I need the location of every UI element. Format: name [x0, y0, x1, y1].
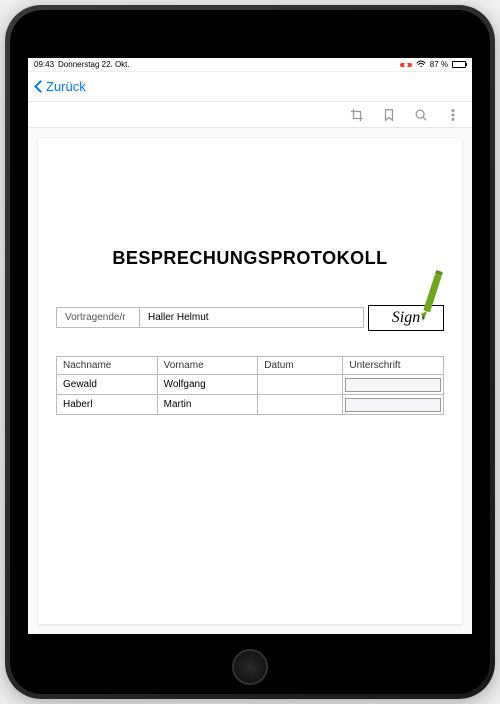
- battery-percentage: 87 %: [430, 60, 448, 69]
- crop-icon[interactable]: [350, 108, 364, 122]
- attendee-table: Nachname Vorname Datum Unterschrift Gewa…: [56, 356, 444, 415]
- bookmark-icon[interactable]: [382, 108, 396, 122]
- signature-field[interactable]: [345, 378, 441, 392]
- toolbar: [28, 102, 472, 128]
- presenter-name: Haller Helmut: [140, 307, 364, 328]
- back-label: Zurück: [46, 79, 86, 94]
- status-date: Donnerstag 22. Okt.: [58, 60, 130, 69]
- home-button[interactable]: [232, 649, 268, 685]
- header-date: Datum: [258, 357, 343, 375]
- presenter-label: Vortragende/r: [56, 307, 140, 328]
- battery-icon: [452, 61, 466, 68]
- more-icon[interactable]: [446, 108, 460, 122]
- chevron-left-icon: [34, 80, 47, 93]
- document-viewport[interactable]: BESPRECHUNGSPROTOKOLL Vortragende/r Hall…: [28, 128, 472, 634]
- cell-firstname: Wolfgang: [157, 375, 258, 395]
- back-button[interactable]: Zurück: [36, 79, 86, 94]
- sign-button[interactable]: Sign: [368, 305, 444, 331]
- status-time: 09:43: [34, 60, 54, 69]
- screen: 09:43 Donnerstag 22. Okt. 87 % Zurück: [28, 58, 472, 634]
- wifi-icon: [416, 60, 426, 70]
- cell-lastname: Gewald: [57, 375, 158, 395]
- cell-signature: [343, 395, 444, 415]
- cell-lastname: Haberl: [57, 395, 158, 415]
- cell-signature: [343, 375, 444, 395]
- signature-field[interactable]: [345, 398, 441, 412]
- document-page: BESPRECHUNGSPROTOKOLL Vortragende/r Hall…: [38, 138, 462, 624]
- cell-date: [258, 395, 343, 415]
- sign-button-label: Sign: [392, 309, 420, 327]
- cell-firstname: Martin: [157, 395, 258, 415]
- tablet-frame: 09:43 Donnerstag 22. Okt. 87 % Zurück: [5, 5, 495, 699]
- presenter-row: Vortragende/r Haller Helmut Sign: [56, 307, 444, 328]
- search-icon[interactable]: [414, 108, 428, 122]
- recording-indicator: [400, 63, 412, 67]
- header-signature: Unterschrift: [343, 357, 444, 375]
- table-row: Haberl Martin: [57, 395, 444, 415]
- header-lastname: Nachname: [57, 357, 158, 375]
- table-row: Gewald Wolfgang: [57, 375, 444, 395]
- table-header-row: Nachname Vorname Datum Unterschrift: [57, 357, 444, 375]
- navigation-bar: Zurück: [28, 72, 472, 102]
- header-firstname: Vorname: [157, 357, 258, 375]
- document-title: BESPRECHUNGSPROTOKOLL: [56, 248, 444, 269]
- status-bar: 09:43 Donnerstag 22. Okt. 87 %: [28, 58, 472, 72]
- cell-date: [258, 375, 343, 395]
